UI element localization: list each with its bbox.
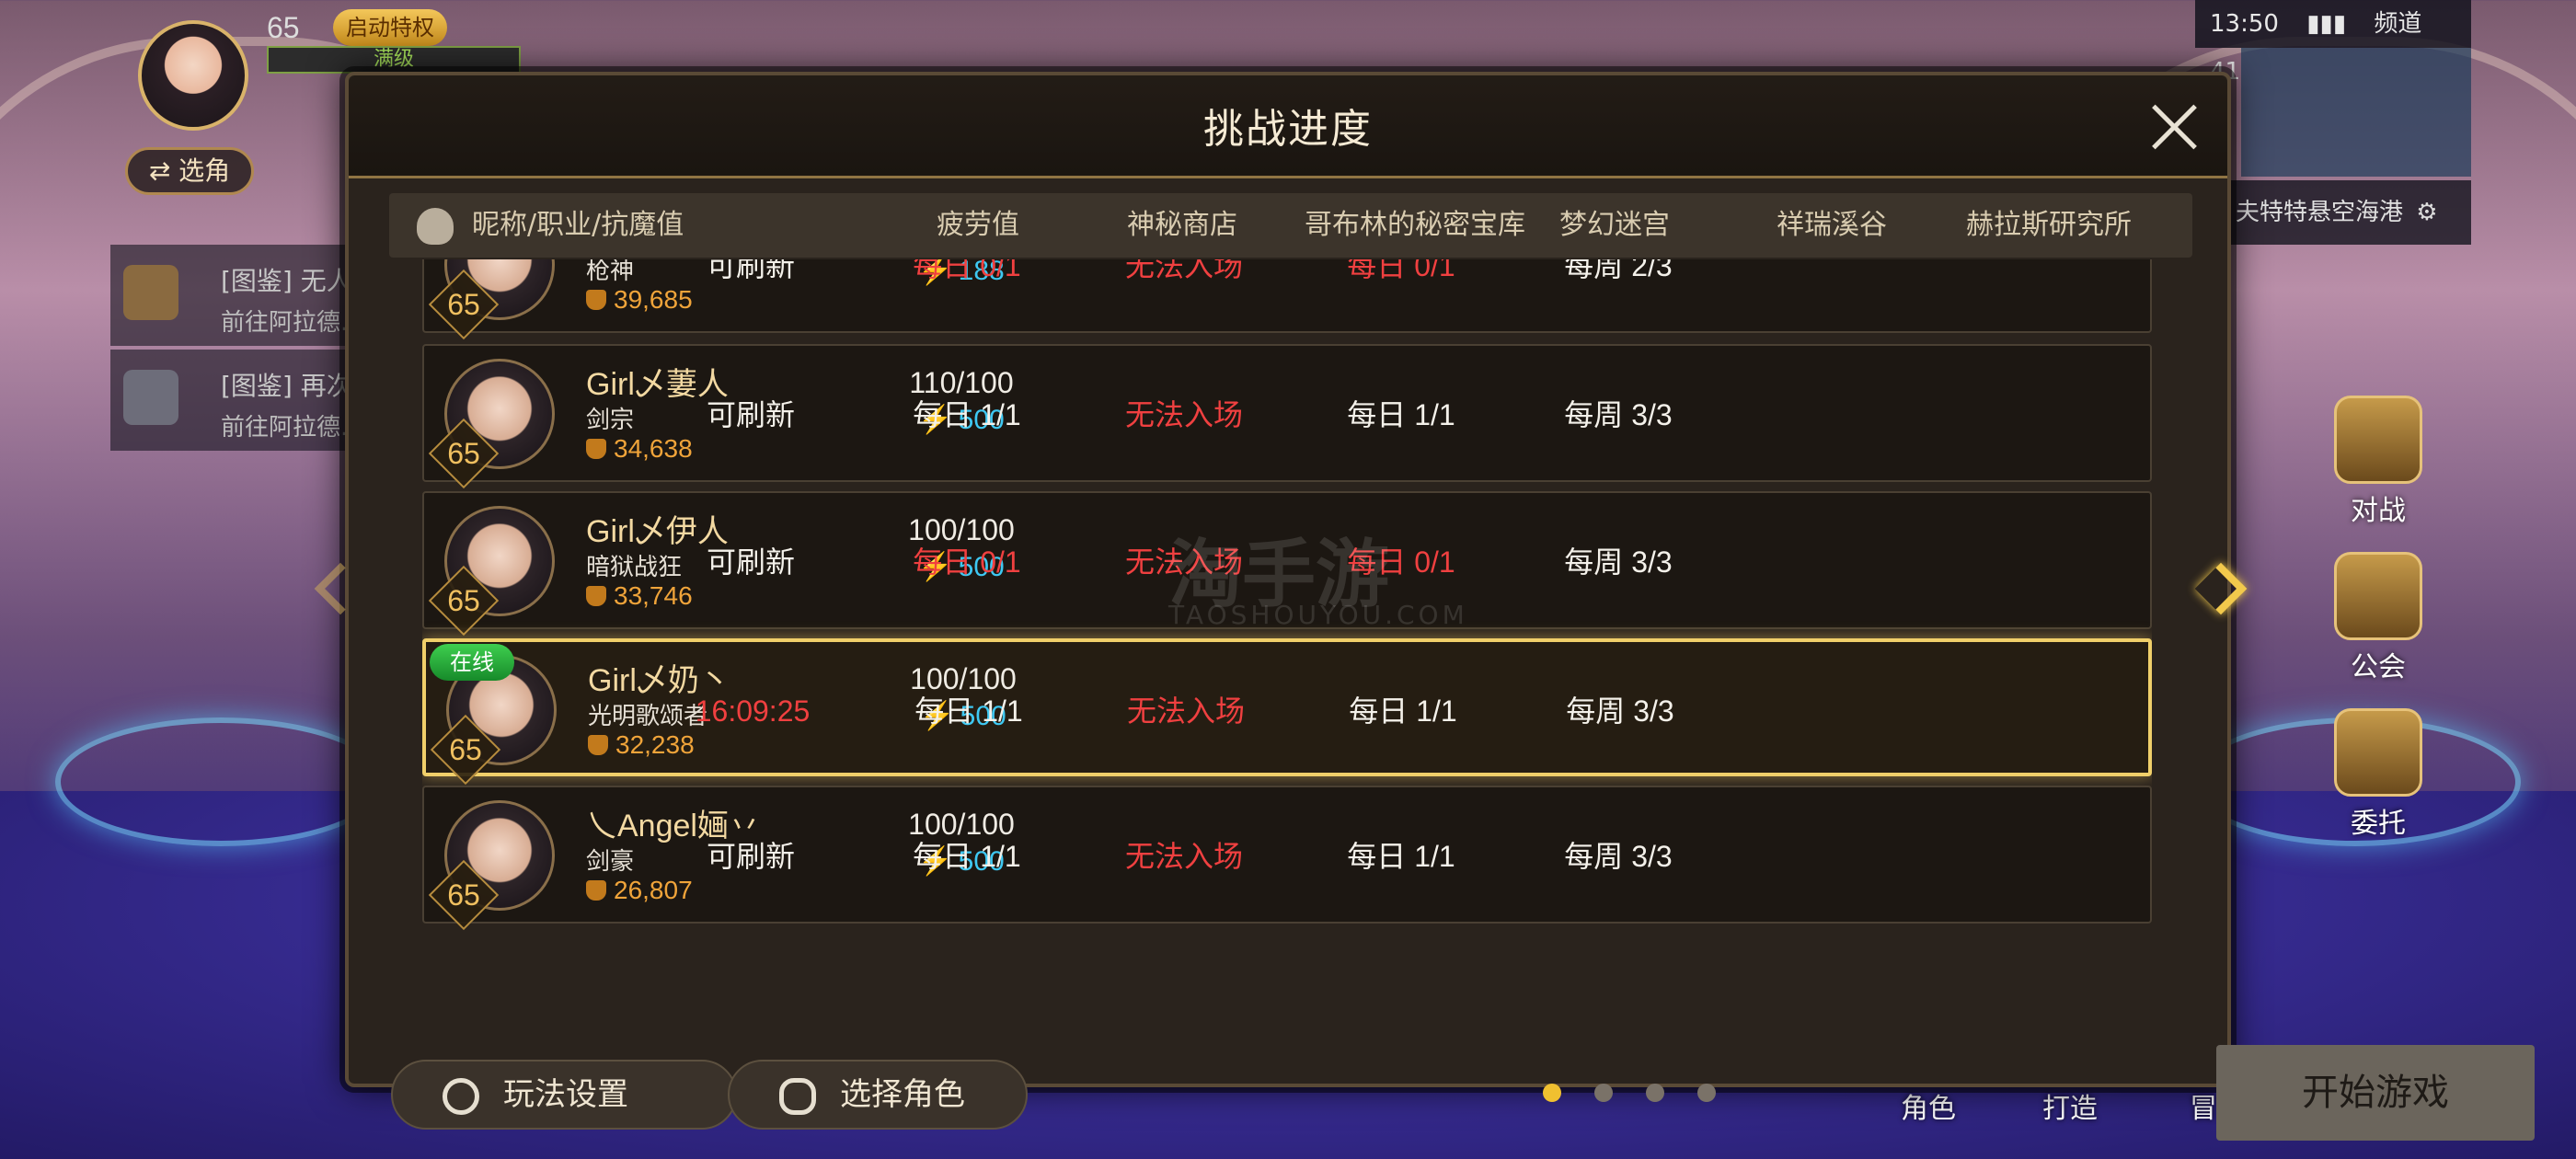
system-status-bar: 13:50 ▮▮▮ 频道41 bbox=[2195, 0, 2471, 86]
player-level: 65 bbox=[267, 11, 300, 44]
scroll-icon bbox=[123, 265, 178, 320]
nav-craft[interactable]: 打造 bbox=[2042, 1085, 2098, 1126]
lab-status: 每周 3/3 bbox=[1564, 545, 1673, 579]
shop-status: 16:09:25 bbox=[695, 694, 811, 728]
page-dot[interactable] bbox=[1646, 1084, 1664, 1102]
commission-icon bbox=[2334, 708, 2422, 797]
watermark-url: TAOSHOUYOU.COM bbox=[1168, 600, 1468, 630]
col-nickname: 昵称/职业/抗魔值 bbox=[472, 209, 684, 241]
gear-icon bbox=[443, 1078, 479, 1115]
col-helas-lab: 赫拉斯研究所 bbox=[1966, 209, 2132, 241]
max-level-bar: 满级 bbox=[267, 46, 521, 74]
online-badge: 在线 bbox=[430, 644, 514, 681]
gear-icon[interactable]: ⚙ bbox=[2416, 199, 2437, 226]
page-dot[interactable] bbox=[1697, 1084, 1716, 1102]
quest-subtitle: 前往阿拉德... bbox=[221, 414, 363, 442]
guild-icon bbox=[2334, 552, 2422, 640]
maze-status: 无法入场 bbox=[1124, 259, 1243, 282]
minimap[interactable] bbox=[2241, 48, 2471, 177]
lab-status: 每周 3/3 bbox=[1566, 694, 1674, 728]
col-dream-maze: 梦幻迷宫 bbox=[1559, 209, 1670, 241]
anti-magic-icon bbox=[586, 290, 606, 310]
anti-magic-icon bbox=[588, 735, 608, 755]
valley-status: 每日 1/1 bbox=[1349, 694, 1457, 728]
table-header: 昵称/职业/抗魔值 疲劳值 神秘商店 哥布林的秘密宝库 梦幻迷宫 祥瑞溪谷 赫拉… bbox=[389, 193, 2192, 258]
guild-label: 公会 bbox=[2351, 651, 2406, 683]
commission-label: 委托 bbox=[2351, 808, 2406, 840]
lab-status: 每周 3/3 bbox=[1564, 840, 1673, 873]
maze-status: 无法入场 bbox=[1124, 398, 1243, 431]
role-icon bbox=[779, 1078, 816, 1115]
character-class: 剑宗 bbox=[586, 407, 635, 434]
col-mystery-shop: 神秘商店 bbox=[1127, 209, 1237, 241]
goblin-status: 每日 0/1 bbox=[913, 259, 1021, 282]
quest-item[interactable]: [图鉴] 无人... 前往阿拉德... bbox=[110, 245, 376, 346]
goblin-status: 每日 1/1 bbox=[913, 398, 1021, 431]
character-icon bbox=[417, 208, 454, 245]
anti-magic-icon bbox=[586, 439, 606, 459]
shop-status: 可刷新 bbox=[706, 840, 795, 873]
goblin-status: 每日 1/1 bbox=[914, 694, 1023, 728]
select-character-button[interactable]: ⇄ 选角 bbox=[125, 147, 254, 195]
page-dot[interactable] bbox=[1594, 1084, 1613, 1102]
group-icon bbox=[123, 370, 178, 425]
close-icon[interactable] bbox=[2145, 98, 2203, 156]
character-row[interactable]: 65 Girl乄萋人 剑宗 34,638 110/100 ⚡ 500 可刷新 每日 1/1 无法入… bbox=[422, 344, 2152, 489]
character-level: 65 bbox=[447, 288, 480, 321]
bg-magic-circle bbox=[55, 717, 386, 846]
maze-status: 无法入场 bbox=[1126, 694, 1245, 728]
character-row[interactable]: 65 乀Angel婳丷 剑豪 26,807 100/100 ⚡ 500 可刷新 每日 1/1 无法… bbox=[422, 786, 2152, 931]
signal-icon: ▮▮▮ bbox=[2306, 10, 2347, 38]
shop-status: 可刷新 bbox=[706, 259, 795, 282]
select-role-button[interactable]: 选择角色 bbox=[728, 1060, 1028, 1130]
battle-button[interactable]: 对战 bbox=[2318, 396, 2438, 527]
player-avatar[interactable] bbox=[138, 20, 248, 131]
quest-subtitle: 前往阿拉德... bbox=[221, 309, 363, 337]
valley-status: 每日 0/1 bbox=[1347, 259, 1455, 282]
character-level: 65 bbox=[447, 437, 480, 470]
character-class: 剑豪 bbox=[586, 848, 635, 876]
character-row[interactable]: 65Chongqing丶3枪神39,685100/100⚡188可刷新每日 0/… bbox=[422, 259, 2152, 340]
character-row[interactable]: 65 在线 Girl乄奶丶 光明歌颂者 32,238 100/100 ⚡ 500 16:09:2… bbox=[422, 638, 2152, 786]
lab-status: 每周 2/3 bbox=[1564, 259, 1673, 282]
goblin-status: 每日 0/1 bbox=[913, 545, 1021, 579]
modal-header: 挑战进度 bbox=[349, 75, 2227, 178]
character-level: 65 bbox=[447, 878, 480, 912]
modal-title: 挑战进度 bbox=[1203, 106, 1373, 153]
goblin-status: 每日 1/1 bbox=[913, 840, 1021, 873]
battle-icon bbox=[2334, 396, 2422, 484]
anti-magic-icon bbox=[586, 880, 606, 901]
clock: 13:50 bbox=[2210, 10, 2279, 38]
valley-status: 每日 1/1 bbox=[1347, 398, 1455, 431]
character-list[interactable]: 65Chongqing丶3枪神39,685100/100⚡188可刷新每日 0/… bbox=[422, 259, 2152, 1023]
nav-character[interactable]: 角色 bbox=[1901, 1085, 1956, 1126]
select-role-label: 选择角色 bbox=[840, 1076, 965, 1113]
col-auspicious-valley: 祥瑞溪谷 bbox=[1777, 209, 1887, 241]
gameplay-settings-label: 玩法设置 bbox=[503, 1076, 628, 1113]
commission-button[interactable]: 委托 bbox=[2318, 708, 2438, 840]
location-name: 夫特特悬空海港 bbox=[2236, 199, 2404, 226]
start-game-button[interactable]: 开始游戏 bbox=[2216, 1045, 2535, 1141]
shop-status: 可刷新 bbox=[706, 398, 795, 431]
guild-button[interactable]: 公会 bbox=[2318, 552, 2438, 683]
character-class: 枪神 bbox=[586, 259, 635, 285]
location-label[interactable]: 夫特特悬空海港 ⚙ bbox=[2226, 180, 2471, 245]
shop-status: 可刷新 bbox=[706, 545, 795, 579]
privilege-badge[interactable]: 启动特权 bbox=[333, 9, 447, 46]
quest-item[interactable]: [图鉴] 再次... 前往阿拉德... bbox=[110, 350, 376, 451]
battle-label: 对战 bbox=[2351, 495, 2406, 527]
gameplay-settings-button[interactable]: 玩法设置 bbox=[391, 1060, 737, 1130]
character-level: 65 bbox=[449, 733, 482, 766]
maze-status: 无法入场 bbox=[1124, 840, 1243, 873]
page-dot[interactable] bbox=[1543, 1084, 1561, 1102]
col-fatigue: 疲劳值 bbox=[937, 209, 1019, 241]
character-level: 65 bbox=[447, 584, 480, 617]
col-goblin-vault: 哥布林的秘密宝库 bbox=[1305, 209, 1525, 241]
lab-status: 每周 3/3 bbox=[1564, 398, 1673, 431]
valley-status: 每日 1/1 bbox=[1347, 840, 1455, 873]
anti-magic-icon bbox=[586, 586, 606, 606]
